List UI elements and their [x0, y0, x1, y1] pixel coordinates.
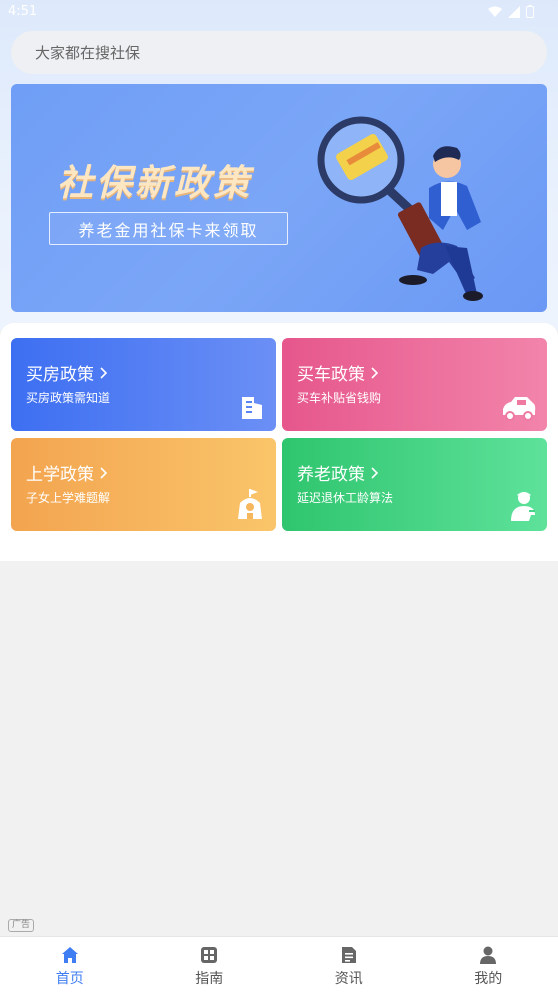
search-input[interactable]: 大家都在搜社保 — [11, 31, 547, 74]
card-title: 养老政策 — [297, 460, 379, 485]
ad-tag: 广告 — [8, 919, 35, 932]
chevron-right-icon — [100, 466, 108, 479]
card-car-policy[interactable]: 买车政策 买车补贴省钱购 — [282, 338, 547, 431]
chevron-right-icon — [100, 366, 108, 379]
tab-label: 首页 — [55, 971, 84, 987]
banner-subtitle: 养老金用社保卡来领取 — [49, 212, 288, 245]
card-school-policy[interactable]: 上学政策 子女上学难题解 — [11, 438, 276, 531]
tab-home[interactable]: 首页 — [0, 937, 140, 992]
battery-icon — [526, 5, 534, 18]
card-title-text: 上学政策 — [26, 465, 94, 485]
document-icon — [341, 947, 356, 963]
status-icons — [488, 5, 534, 18]
tab-label: 指南 — [195, 971, 224, 987]
card-desc: 买房政策需知道 — [26, 391, 111, 405]
card-pension-policy[interactable]: 养老政策 延迟退休工龄算法 — [282, 438, 547, 531]
tab-mine[interactable]: 我的 — [419, 937, 558, 992]
chevron-right-icon — [371, 366, 379, 379]
tab-label: 我的 — [474, 971, 503, 987]
card-title: 上学政策 — [26, 460, 108, 485]
tab-news[interactable]: 资讯 — [279, 937, 419, 992]
user-icon — [480, 946, 497, 964]
tab-label: 资讯 — [334, 971, 363, 987]
banner-title: 社保新政策 — [57, 163, 253, 204]
card-title-text: 买房政策 — [26, 365, 94, 385]
card-desc: 买车补贴省钱购 — [297, 391, 382, 405]
card-desc: 子女上学难题解 — [26, 491, 111, 505]
school-icon — [238, 489, 262, 519]
chevron-right-icon — [371, 466, 379, 479]
building-icon — [242, 397, 262, 419]
magnifier-person-illustration — [317, 116, 483, 301]
home-icon — [61, 947, 78, 963]
card-desc: 延迟退休工龄算法 — [297, 491, 394, 505]
promo-banner[interactable]: 社保新政策 养老金用社保卡来领取 — [11, 84, 547, 312]
tab-guide[interactable]: 指南 — [140, 937, 280, 992]
card-title: 买车政策 — [297, 360, 379, 385]
search-placeholder: 大家都在搜社保 — [35, 44, 141, 62]
status-bar: 4:51 — [0, 0, 558, 24]
elderly-icon — [511, 492, 535, 521]
wifi-icon — [488, 6, 502, 17]
car-icon — [503, 397, 536, 421]
card-house-policy[interactable]: 买房政策 买房政策需知道 — [11, 338, 276, 431]
status-time: 4:51 — [8, 4, 38, 19]
signal-icon — [508, 5, 520, 18]
grid-icon — [201, 947, 218, 963]
card-title: 买房政策 — [26, 360, 108, 385]
bottom-tab-bar: 首页 指南 资讯 我的 — [0, 936, 558, 992]
card-title-text: 买车政策 — [297, 365, 365, 385]
card-title-text: 养老政策 — [297, 465, 365, 485]
